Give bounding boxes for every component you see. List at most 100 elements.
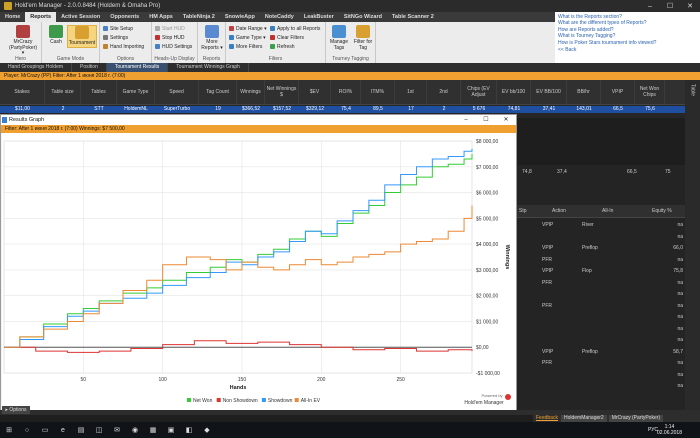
- stop-hud-button[interactable]: Stop HUD: [155, 34, 185, 41]
- column-header[interactable]: 2nd: [427, 80, 461, 105]
- menu-item[interactable]: Table Scanner 2: [387, 12, 439, 22]
- site-setup-button[interactable]: Site Setup: [103, 25, 133, 32]
- app-icon[interactable]: ▣: [162, 422, 180, 438]
- column-header[interactable]: ROI%: [331, 80, 361, 105]
- hero-select-button[interactable]: MrCrazy (PartyPoker) ▾: [8, 25, 38, 57]
- cash-icon: [49, 25, 63, 38]
- more-filters-button[interactable]: More Filters: [229, 43, 262, 50]
- help-back-link[interactable]: << Back: [558, 47, 697, 53]
- help-link[interactable]: How is Poker Stars tournament info viewe…: [558, 40, 697, 46]
- table-cell: $157,52: [272, 106, 292, 112]
- hm2-tab[interactable]: HoldemManager2: [560, 414, 607, 422]
- column-header[interactable]: $EV: [299, 80, 331, 105]
- chrome-icon[interactable]: ◉: [126, 422, 144, 438]
- column-header[interactable]: Table size: [45, 80, 81, 105]
- close-icon[interactable]: ✕: [680, 0, 700, 12]
- apply-all-reports-button[interactable]: Apply to all Reports: [270, 25, 320, 32]
- maximize-icon[interactable]: ☐: [476, 115, 496, 125]
- table-row[interactable]: $11,00 2 STT HoldemNL SuperTurbo 19 $366,52 $15…: [0, 106, 685, 113]
- more-reports-button[interactable]: More Reports ▾: [201, 25, 223, 51]
- column-header[interactable]: Net Winnings $: [265, 80, 299, 105]
- column-header[interactable]: Speed: [155, 80, 199, 105]
- holdem-manager-icon[interactable]: ◆: [198, 422, 216, 438]
- game-type-button[interactable]: Game Type ▾: [229, 34, 266, 41]
- allin-panel-header: Stp Action All-In Equity %: [517, 205, 685, 218]
- menu-item[interactable]: LeakBuster: [299, 12, 339, 22]
- mail-icon[interactable]: ✉: [108, 422, 126, 438]
- report-tab[interactable]: Position: [72, 63, 107, 72]
- menu-item[interactable]: NoteCaddy: [260, 12, 299, 22]
- close-icon[interactable]: ✕: [496, 115, 516, 125]
- column-header[interactable]: 1st: [395, 80, 427, 105]
- hero-tab[interactable]: MrCrazy (PartyPoker): [608, 414, 664, 422]
- windows-start-icon[interactable]: ⊞: [0, 422, 18, 438]
- column-header[interactable]: BB/hr: [567, 80, 601, 105]
- column-header[interactable]: Stp: [519, 208, 527, 214]
- report-tab[interactable]: Tournament Results: [106, 63, 169, 72]
- y-tick-label: $7 000,00: [476, 165, 498, 171]
- menu-item[interactable]: TableNinja 2: [178, 12, 220, 22]
- legend-label: Net Won: [193, 398, 213, 404]
- hand-importing-button[interactable]: Hand Importing: [103, 43, 144, 50]
- report-tab[interactable]: Hand Groupings Holdem: [0, 63, 73, 72]
- column-header[interactable]: Chips (EV Adjust: [461, 80, 497, 105]
- graph-filter-bar: Filter: After 1 июня 2018 г. (7:00) Winn…: [1, 125, 516, 133]
- menu-item[interactable]: HM Apps: [144, 12, 178, 22]
- graph-window-titlebar: Results Graph – ☐ ✕: [1, 115, 516, 125]
- column-header[interactable]: Equity %: [652, 208, 672, 214]
- report-tab[interactable]: Tournament Winnings Graph: [168, 63, 249, 72]
- column-header[interactable]: Winnings: [237, 80, 265, 105]
- menu-item[interactable]: SitNGo Wizard: [339, 12, 387, 22]
- task-view-icon[interactable]: ▭: [36, 422, 54, 438]
- options-button[interactable]: ▸ Options: [2, 406, 30, 414]
- column-header[interactable]: Stakes: [0, 80, 45, 105]
- menu-item[interactable]: SnowieApp: [220, 12, 260, 22]
- minimize-icon[interactable]: –: [640, 0, 660, 12]
- column-header[interactable]: Tables: [81, 80, 117, 105]
- column-header[interactable]: EV BB/100: [531, 80, 567, 105]
- legend-swatch: [216, 398, 221, 402]
- file-explorer-icon[interactable]: ▤: [72, 422, 90, 438]
- filter-tag-button[interactable]: Filter for Tag: [352, 25, 374, 51]
- edge-browser-icon[interactable]: e: [54, 422, 72, 438]
- menu-item[interactable]: Reports: [25, 12, 57, 22]
- x-tick-label: 250: [396, 377, 405, 383]
- app-icon[interactable]: ◧: [180, 422, 198, 438]
- ribbon-caption-options: Options: [116, 56, 135, 62]
- table-cell: na: [677, 279, 683, 286]
- table-cell: na: [677, 302, 683, 309]
- manage-tags-button[interactable]: Manage Tags: [328, 25, 350, 51]
- hud-settings-button[interactable]: HUD Settings: [155, 43, 192, 50]
- manage-tags-label: Manage Tags: [329, 39, 349, 51]
- clear-filters-button[interactable]: Clear Filters: [270, 34, 304, 41]
- stop-icon: [155, 35, 160, 40]
- feedback-link[interactable]: Feedback: [533, 415, 561, 421]
- column-header[interactable]: Net Won Chips: [635, 80, 665, 105]
- menu-item[interactable]: Home: [0, 12, 25, 22]
- results-graph-window: Results Graph – ☐ ✕ Filter: After 1 июня…: [0, 114, 517, 411]
- column-header[interactable]: Action: [552, 208, 566, 214]
- minimize-icon[interactable]: –: [456, 115, 476, 125]
- table-cell: na: [677, 360, 683, 366]
- start-hud-button[interactable]: Start HUD: [155, 25, 185, 32]
- clock[interactable]: 1:14 02.06.2018: [657, 424, 682, 436]
- column-header[interactable]: EV bb/100: [497, 80, 531, 105]
- refresh-button[interactable]: Refresh: [270, 43, 295, 50]
- settings-button[interactable]: Settings: [103, 34, 128, 41]
- menu-item[interactable]: Opponents: [105, 12, 144, 22]
- calculator-icon[interactable]: ▦: [144, 422, 162, 438]
- column-header[interactable]: Tag Count: [199, 80, 237, 105]
- column-header[interactable]: All-In: [602, 208, 613, 214]
- menu-item[interactable]: Active Session: [56, 12, 105, 22]
- column-header[interactable]: ITM%: [361, 80, 395, 105]
- tournament-mode-button[interactable]: Tournament: [67, 25, 97, 48]
- column-header[interactable]: Game Type: [117, 80, 155, 105]
- cash-mode-button[interactable]: Cash: [45, 25, 67, 46]
- side-tab-table[interactable]: Table: [690, 84, 696, 96]
- date-range-button[interactable]: Date Range ▾: [229, 25, 267, 32]
- column-header[interactable]: VPIP: [601, 80, 635, 105]
- maximize-icon[interactable]: ☐: [660, 0, 680, 12]
- store-icon[interactable]: ◫: [90, 422, 108, 438]
- cash-mode-label: Cash: [50, 39, 62, 45]
- search-icon[interactable]: ○: [18, 422, 36, 438]
